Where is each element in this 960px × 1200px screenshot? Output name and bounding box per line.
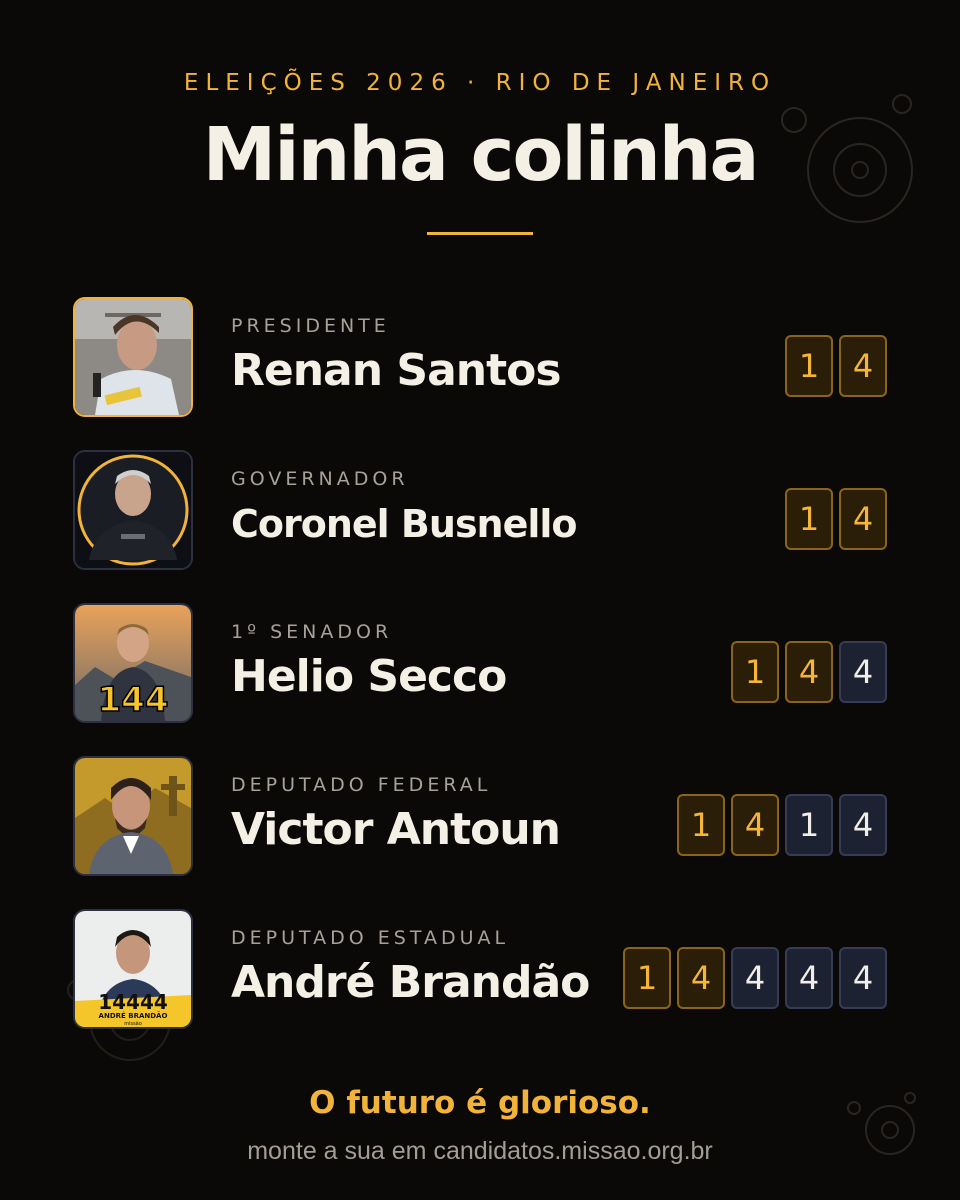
candidate-name: Coronel Busnello: [231, 502, 578, 546]
party-digit: 4: [677, 947, 725, 1009]
vote-number: 1 4: [785, 488, 887, 550]
party-digit: 1: [785, 488, 833, 550]
candidate-name: Helio Secco: [231, 651, 507, 702]
candidate-digit: 4: [839, 947, 887, 1009]
candidate-photo: [73, 297, 193, 417]
candidate-name: Victor Antoun: [231, 804, 561, 855]
header: ELEIÇÕES 2026 · RIO DE JANEIRO Minha col…: [0, 70, 960, 235]
vote-number: 1 4: [785, 335, 887, 397]
candidate-role: GOVERNADOR: [231, 468, 409, 490]
party-digit: 1: [623, 947, 671, 1009]
candidate-row-senador: 144 1º SENADOR Helio Secco 1 4 4: [73, 603, 887, 726]
photo-tag-label: missão: [124, 1021, 142, 1027]
candidate-row-governador: GOVERNADOR Coronel Busnello 1 4: [73, 450, 887, 573]
candidate-digit: 4: [839, 794, 887, 856]
party-digit: 1: [677, 794, 725, 856]
candidate-name: André Brandão: [231, 957, 590, 1008]
candidate-row-deputado-federal: DEPUTADO FEDERAL Victor Antoun 1 4 1 4: [73, 756, 887, 879]
vote-number: 1 4 4 4 4: [623, 947, 887, 1009]
photo-name-label: ANDRÉ BRANDÃO: [99, 1011, 168, 1020]
party-digit: 4: [731, 794, 779, 856]
candidate-photo: [73, 756, 193, 876]
candidate-name: Renan Santos: [231, 345, 562, 396]
candidate-digit: 4: [839, 641, 887, 703]
candidate-digit: 1: [785, 794, 833, 856]
photo-number-label: 14444: [98, 990, 168, 1014]
party-digit: 1: [785, 335, 833, 397]
candidate-role: 1º SENADOR: [231, 621, 393, 643]
party-digit: 1: [731, 641, 779, 703]
party-digit: 4: [839, 488, 887, 550]
candidate-photo: 144: [73, 603, 193, 723]
website-link[interactable]: monte a sua em candidatos.missao.org.br: [0, 1137, 960, 1166]
candidate-photo: [73, 450, 193, 570]
vote-number: 1 4 1 4: [677, 794, 887, 856]
party-digit: 4: [785, 641, 833, 703]
candidate-role: PRESIDENTE: [231, 315, 390, 337]
footer: O futuro é glorioso. monte a sua em cand…: [0, 1085, 960, 1166]
page-title: Minha colinha: [202, 112, 760, 198]
candidate-role: DEPUTADO FEDERAL: [231, 774, 492, 796]
candidate-row-presidente: PRESIDENTE Renan Santos 1 4: [73, 297, 887, 420]
slogan: O futuro é glorioso.: [309, 1085, 651, 1121]
candidate-role: DEPUTADO ESTADUAL: [231, 927, 510, 949]
party-digit: 4: [839, 335, 887, 397]
photo-number-label: 144: [98, 680, 169, 720]
title-divider: [427, 232, 533, 235]
candidate-list: PRESIDENTE Renan Santos 1 4 GOVERNADOR C…: [73, 297, 887, 1062]
candidate-row-deputado-estadual: 14444 ANDRÉ BRANDÃO missão DEPUTADO ESTA…: [73, 909, 887, 1032]
candidate-digit: 4: [785, 947, 833, 1009]
candidate-photo: 14444 ANDRÉ BRANDÃO missão: [73, 909, 193, 1029]
eyebrow-text: ELEIÇÕES 2026 · RIO DE JANEIRO: [183, 70, 777, 96]
vote-number: 1 4 4: [731, 641, 887, 703]
candidate-digit: 4: [731, 947, 779, 1009]
